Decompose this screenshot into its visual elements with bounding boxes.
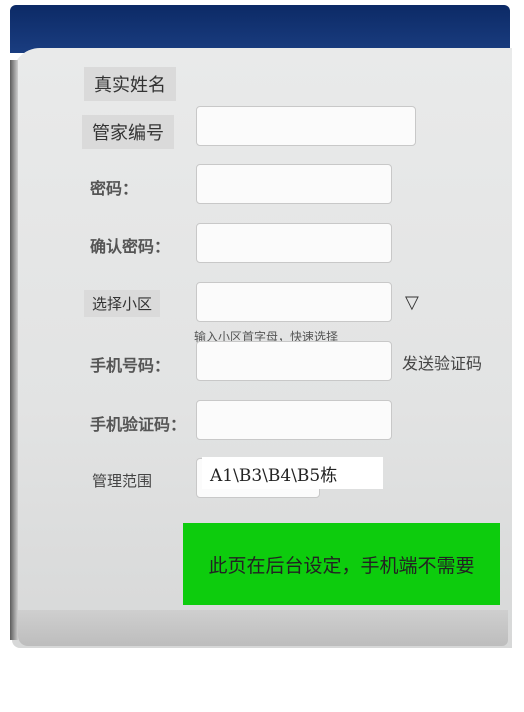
- code-input[interactable]: [196, 400, 392, 440]
- backend-note: 此页在后台设定，手机端不需要: [183, 523, 500, 605]
- code-label: 手机验证码：: [90, 415, 187, 434]
- app-header-bar: [10, 5, 510, 53]
- range-value: A1\B3\B4\B5栋: [202, 457, 383, 489]
- password-label: 密码：: [90, 179, 139, 198]
- triangle-down-icon[interactable]: ▽: [405, 292, 419, 313]
- butler-id-input[interactable]: [196, 106, 416, 146]
- panel-bottom-edge: [18, 610, 508, 646]
- range-label: 管理范围: [92, 472, 153, 490]
- send-code-button[interactable]: 发送验证码: [402, 350, 482, 374]
- phone-label: 手机号码：: [90, 356, 171, 375]
- community-input[interactable]: [196, 282, 392, 322]
- real-name-label: 真实姓名: [84, 67, 176, 101]
- community-label: 选择小区: [84, 290, 161, 317]
- password-input[interactable]: [196, 164, 392, 204]
- confirm-password-label: 确认密码：: [90, 237, 171, 256]
- butler-id-label: 管家编号: [82, 115, 174, 149]
- confirm-password-input[interactable]: [196, 223, 392, 263]
- phone-input[interactable]: [196, 341, 392, 381]
- panel-left-edge: [10, 60, 18, 640]
